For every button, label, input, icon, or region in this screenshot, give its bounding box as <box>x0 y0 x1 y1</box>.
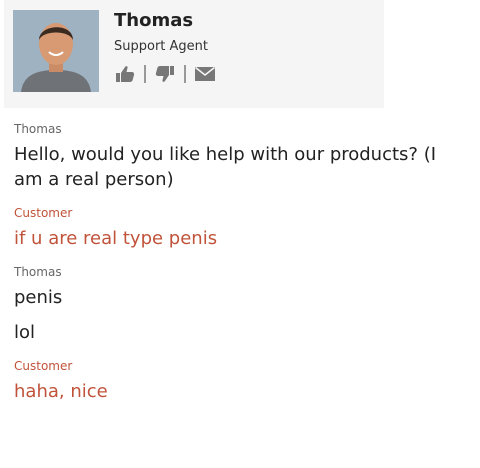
message-group: Thomas penis lol <box>14 265 470 345</box>
chat-transcript: Thomas Hello, would you like help with ou… <box>14 122 470 418</box>
agent-role: Support Agent <box>114 39 209 54</box>
message-group: Thomas Hello, would you like help with ou… <box>14 122 470 192</box>
customer-message: if u are real type penis <box>14 228 218 249</box>
agent-name: Thomas <box>114 10 194 31</box>
agent-sender-label: Thomas <box>14 122 62 136</box>
avatar <box>13 10 99 92</box>
action-divider <box>144 65 146 83</box>
agent-message: Hello, would you like help with our prod… <box>14 144 437 190</box>
email-button[interactable] <box>194 63 216 85</box>
agent-card: Thomas Support Agent <box>4 0 384 108</box>
action-divider <box>184 65 186 83</box>
thumbs-down-icon <box>155 66 174 82</box>
agent-message: lol <box>14 322 36 343</box>
message-group: Customer haha, nice <box>14 359 470 404</box>
agent-message: penis <box>14 287 63 308</box>
customer-sender-label: Customer <box>14 206 73 220</box>
thumbs-down-button[interactable] <box>154 63 176 85</box>
thumbs-up-icon <box>116 66 135 82</box>
agent-actions <box>114 62 216 86</box>
envelope-icon <box>195 66 215 81</box>
thumbs-up-button[interactable] <box>114 63 136 85</box>
customer-sender-label: Customer <box>14 359 73 373</box>
message-group: Customer if u are real type penis <box>14 206 470 251</box>
agent-photo <box>13 10 99 92</box>
agent-sender-label: Thomas <box>14 265 62 279</box>
customer-message: haha, nice <box>14 381 108 402</box>
